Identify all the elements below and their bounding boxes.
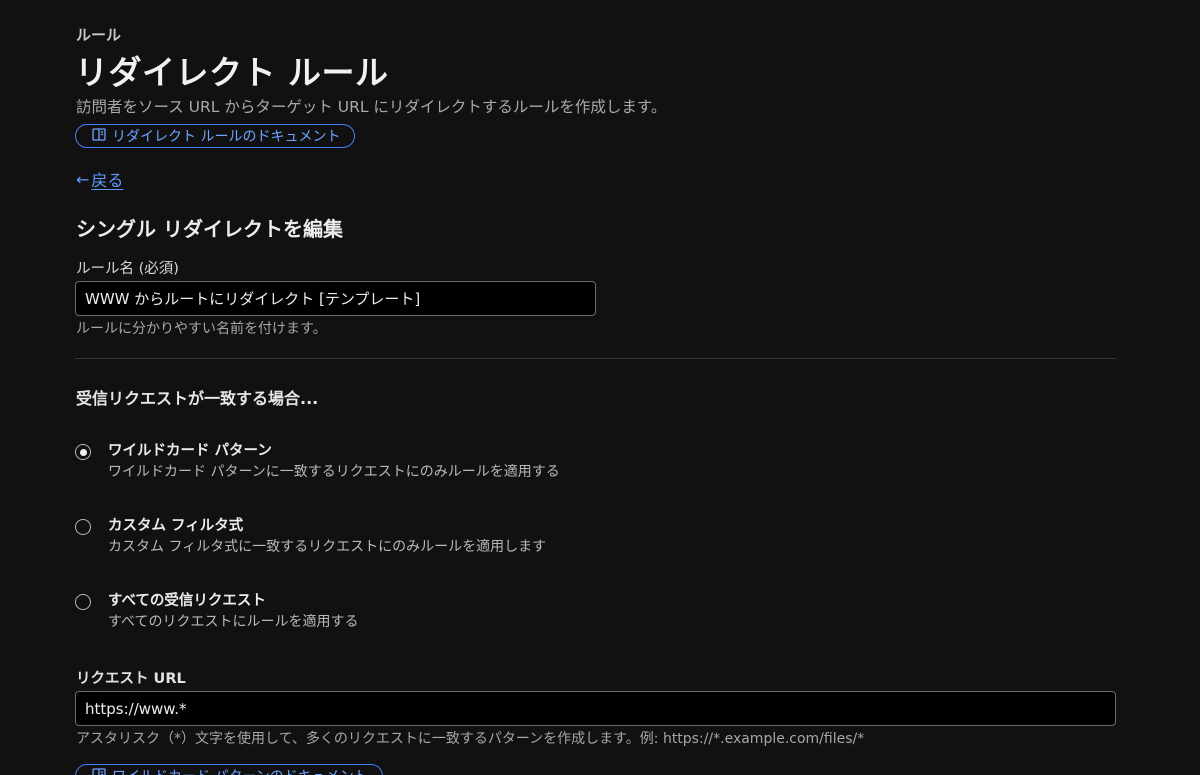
back-link[interactable]: ← 戻る bbox=[76, 167, 123, 191]
radio-button[interactable] bbox=[75, 519, 91, 535]
radio-option-label: すべての受信リクエスト bbox=[108, 593, 266, 609]
page-eyebrow: ルール bbox=[76, 26, 122, 44]
request-url-help: アスタリスク（*）文字を使用して、多くのリクエストに一致するパターンを作成します… bbox=[76, 731, 865, 747]
radio-option-all-requests[interactable]: すべての受信リクエスト すべてのリクエストにルールを適用する bbox=[75, 592, 358, 631]
redirect-rules-docs-link[interactable]: リダイレクト ルールのドキュメント bbox=[75, 124, 355, 148]
radio-option-custom-filter[interactable]: カスタム フィルタ式 カスタム フィルタ式に一致するリクエストにのみルールを適用… bbox=[75, 517, 546, 556]
arrow-left-icon: ← bbox=[76, 169, 90, 189]
request-url-label: リクエスト URL bbox=[76, 671, 186, 687]
match-condition-title: 受信リクエストが一致する場合... bbox=[76, 389, 319, 408]
book-icon bbox=[92, 767, 106, 775]
rule-name-label: ルール名 (必須) bbox=[76, 261, 179, 277]
radio-button-selected[interactable] bbox=[75, 444, 91, 460]
request-url-input[interactable] bbox=[75, 691, 1116, 726]
section-divider bbox=[75, 358, 1116, 359]
page-subtitle: 訪問者をソース URL からターゲット URL にリダイレクトするルールを作成し… bbox=[76, 98, 667, 116]
rule-name-help: ルールに分かりやすい名前を付けます。 bbox=[76, 321, 327, 337]
section-title: シングル リダイレクトを編集 bbox=[76, 217, 343, 241]
radio-option-label: カスタム フィルタ式 bbox=[108, 518, 244, 534]
radio-option-description: カスタム フィルタ式に一致するリクエストにのみルールを適用します bbox=[108, 539, 547, 555]
docs-link-label: リダイレクト ルールのドキュメント bbox=[112, 129, 341, 145]
radio-button[interactable] bbox=[75, 594, 91, 610]
radio-option-description: ワイルドカード パターンに一致するリクエストにのみルールを適用する bbox=[108, 464, 560, 480]
radio-option-label: ワイルドカード パターン bbox=[108, 443, 272, 459]
wildcard-docs-link[interactable]: ワイルドカード パターンのドキュメント bbox=[75, 764, 383, 775]
rule-name-input[interactable] bbox=[75, 281, 596, 316]
radio-option-wildcard[interactable]: ワイルドカード パターン ワイルドカード パターンに一致するリクエストにのみルー… bbox=[75, 442, 560, 481]
redirect-rule-page: ルール リダイレクト ルール 訪問者をソース URL からターゲット URL に… bbox=[0, 0, 1200, 775]
radio-option-description: すべてのリクエストにルールを適用する bbox=[108, 614, 359, 630]
docs-link-label: ワイルドカード パターンのドキュメント bbox=[112, 766, 368, 775]
back-link-label: 戻る bbox=[91, 171, 124, 190]
book-icon bbox=[92, 127, 106, 145]
page-title: リダイレクト ルール bbox=[75, 53, 389, 92]
